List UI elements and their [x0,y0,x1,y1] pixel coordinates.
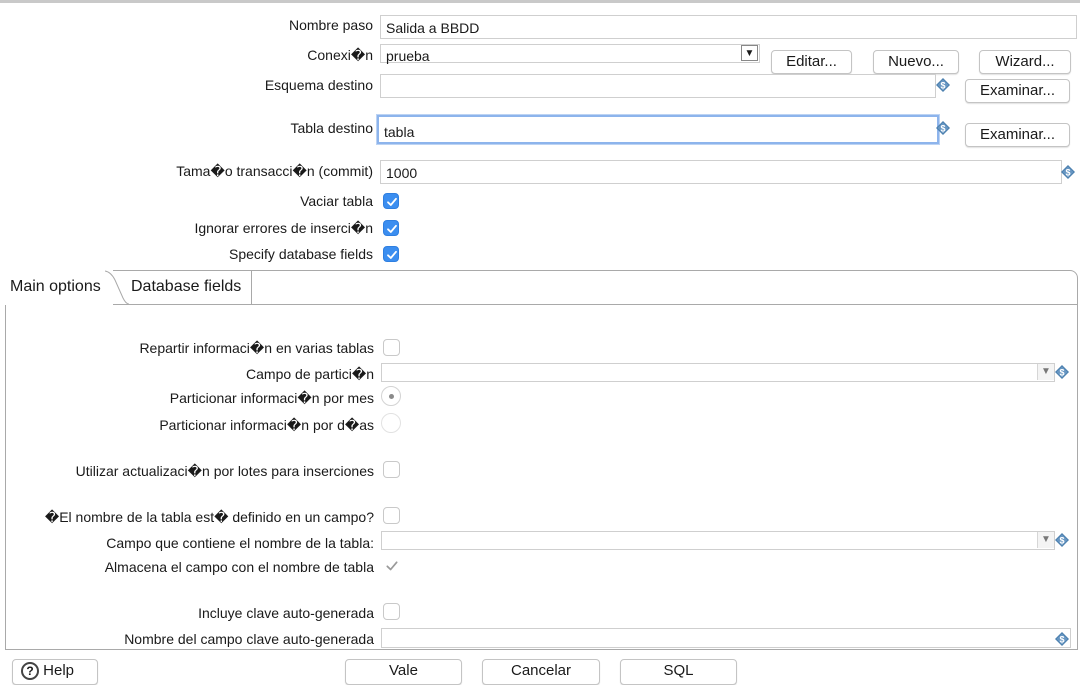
table-name-in-field-label: �El nombre de la tabla est� definido en … [44,509,374,525]
partition-day-radio[interactable] [381,413,401,433]
ignore-errors-checkbox[interactable] [383,220,399,236]
autogen-key-field-label: Nombre del campo clave auto-generada [124,631,374,647]
connection-label: Conexi�n [307,47,373,63]
autogen-key-checkbox[interactable] [383,603,400,620]
partition-field-label: Campo de partici�n [246,366,374,382]
connection-select[interactable]: prueba ▼ [380,44,760,64]
sql-button[interactable]: SQL [620,659,737,685]
partition-tables-checkbox[interactable] [383,339,400,356]
dropdown-arrow-icon[interactable]: ▼ [741,45,758,61]
variable-icon[interactable] [936,121,950,135]
wizard-connection-button[interactable]: Wizard... [979,50,1071,74]
specify-fields-label: Specify database fields [229,246,373,262]
partition-month-radio[interactable] [381,386,401,406]
commit-size-label: Tama�o transacci�n (commit) [176,163,373,179]
help-button[interactable]: ? Help [12,659,98,685]
store-table-name-label: Almacena el campo con el nombre de tabla [104,559,374,575]
store-table-name-checkbox[interactable] [383,557,400,574]
partition-month-label: Particionar informaci�n por mes [169,390,374,406]
partition-tables-label: Repartir informaci�n en varias tablas [139,340,374,356]
target-table-label: Tabla destino [290,120,373,136]
variable-icon[interactable] [1061,165,1075,179]
table-name-field-select[interactable] [381,531,1055,550]
dropdown-arrow-icon[interactable]: ▼ [1037,532,1054,548]
radio-selected-dot [389,394,394,399]
autogen-key-label: Incluye clave auto-generada [198,605,374,621]
variable-icon[interactable] [1055,533,1069,547]
partition-field-select[interactable] [381,363,1055,382]
partition-day-label: Particionar informaci�n por d�as [159,417,374,433]
variable-icon[interactable] [1055,632,1069,646]
truncate-table-label: Vaciar tabla [300,193,373,209]
help-icon: ? [21,662,39,681]
variable-icon[interactable] [1055,365,1069,379]
window-top-border [0,0,1080,3]
truncate-table-checkbox[interactable] [383,193,399,209]
tab-database-fields[interactable]: Database fields [126,270,252,305]
target-schema-label: Esquema destino [264,77,373,93]
step-name-label: Nombre paso [288,17,373,33]
help-label: Help [43,662,75,679]
table-name-field-label: Campo que contiene el nombre de la tabla… [106,535,374,551]
ignore-errors-label: Ignorar errores de inserci�n [194,220,373,236]
browse-schema-button[interactable]: Examinar... [965,79,1070,103]
step-name-input[interactable]: Salida a BBDD [380,15,1077,39]
autogen-key-field-input[interactable] [381,628,1071,648]
edit-connection-button[interactable]: Editar... [771,50,852,74]
variable-icon[interactable] [936,78,950,92]
tab-main-options[interactable]: Main options [5,270,113,305]
table-name-in-field-checkbox[interactable] [383,507,400,524]
dropdown-arrow-icon[interactable]: ▼ [1037,364,1054,380]
specify-fields-checkbox[interactable] [383,246,399,262]
cancel-button[interactable]: Cancelar [482,659,600,685]
options-tab-panel [5,270,1078,650]
connection-value: prueba [386,48,430,64]
target-table-input[interactable]: tabla [377,115,939,144]
batch-updates-checkbox[interactable] [383,461,400,478]
batch-updates-label: Utilizar actualizaci�n por lotes para in… [75,463,374,479]
browse-table-button[interactable]: Examinar... [965,123,1070,147]
new-connection-button[interactable]: Nuevo... [873,50,959,74]
target-schema-input[interactable] [380,74,936,98]
commit-size-input[interactable]: 1000 [380,160,1062,184]
ok-button[interactable]: Vale [345,659,462,685]
